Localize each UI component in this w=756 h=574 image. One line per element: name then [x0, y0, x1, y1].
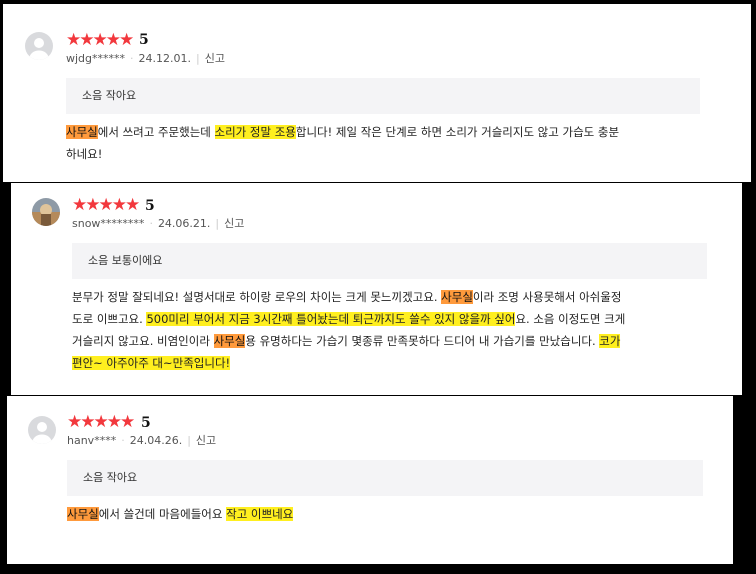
text-segment: 분무가 정말 잘되네요! 설명서대로 하이랑 로우의 차이는 크게 못느끼겠고요…	[72, 290, 442, 304]
review-meta: snow******** · 24.06.21. | 신고	[72, 217, 244, 231]
option-summary: 소음 보통이에요	[72, 243, 707, 279]
divider: ·	[121, 434, 125, 447]
rating-stars: ★★★★★	[67, 412, 135, 432]
review-text-line: 사무실에서 쓰려고 주문했는데 소리가 정말 조용합니다! 제일 작은 단계로 …	[66, 121, 716, 143]
avatar[interactable]	[25, 32, 53, 60]
divider: ·	[130, 52, 134, 65]
text-segment: 하네요!	[66, 147, 103, 161]
review-text-line: 분무가 정말 잘되네요! 설명서대로 하이랑 로우의 차이는 크게 못느끼겠고요…	[72, 286, 722, 308]
review-card: ★★★★★ 5 snow******** · 24.06.21. | 신고 소음 보통이…	[11, 183, 742, 395]
highlight-phrase: 소리가 정말 조용	[214, 125, 296, 139]
highlight-phrase: 500미리 부어서 지금 3시간째 틀어놨는데 퇴근까지도 쓸수 있지 않을까 …	[146, 312, 516, 326]
review-text-line: 사무실에서 쓸건데 마음에들어요 작고 이쁘네요	[67, 503, 717, 525]
review-text: 사무실에서 쓰려고 주문했는데 소리가 정말 조용합니다! 제일 작은 단계로 …	[66, 121, 716, 165]
rating-stars: ★★★★★	[66, 30, 134, 50]
review-date: 24.04.26.	[129, 434, 183, 447]
rating-score: 5	[145, 198, 155, 214]
option-summary: 소음 작아요	[66, 78, 700, 114]
review-text-line: 도로 이쁘고요. 500미리 부어서 지금 3시간째 틀어놨는데 퇴근까지도 쓸…	[72, 308, 722, 330]
report-button[interactable]: 신고	[205, 52, 225, 65]
default-avatar-icon	[25, 32, 53, 60]
highlight-phrase: 작고 이쁘네요	[226, 507, 294, 521]
review-text-line: 편안~ 아주아주 대~만족입니다!	[72, 352, 722, 374]
highlight-phrase: 편안~ 아주아주 대~만족입니다!	[72, 356, 231, 370]
review-date: 24.06.21.	[157, 217, 211, 230]
text-segment: 이라 조명 사용못해서 아쉬울정	[472, 290, 622, 304]
review-card: ★★★★★ 5 hanv**** · 24.04.26. | 신고 소음 작아요 사무실…	[7, 396, 733, 564]
rating-score: 5	[141, 415, 151, 431]
review-text-line: 거슬리지 않고요. 비염인이라 사무실용 유명하다는 가습기 몇종류 만족못하다…	[72, 330, 722, 352]
review-meta: hanv**** · 24.04.26. | 신고	[67, 434, 216, 448]
text-segment: 요. 소음 이정도면 크게	[515, 312, 626, 326]
review-date: 24.12.01.	[138, 52, 192, 65]
report-button[interactable]: 신고	[224, 217, 244, 230]
review-text: 분무가 정말 잘되네요! 설명서대로 하이랑 로우의 차이는 크게 못느끼겠고요…	[72, 286, 722, 374]
report-button[interactable]: 신고	[196, 434, 216, 447]
review-text-line: 하네요!	[66, 143, 716, 165]
highlight-keyword: 사무실	[66, 125, 98, 139]
text-segment: 도로 이쁘고요.	[72, 312, 147, 326]
text-segment: 거슬리지 않고요. 비염인이라	[72, 334, 214, 348]
review-text: 사무실에서 쓸건데 마음에들어요 작고 이쁘네요	[67, 503, 717, 525]
rating-stars: ★★★★★	[72, 195, 140, 215]
avatar[interactable]	[28, 416, 56, 444]
divider: |	[187, 434, 191, 447]
avatar[interactable]	[32, 198, 60, 226]
divider: ·	[149, 217, 153, 230]
profile-photo-icon	[32, 198, 60, 226]
rating-score: 5	[139, 32, 149, 48]
highlight-keyword: 사무실	[67, 507, 99, 521]
highlight-keyword: 사무실	[213, 334, 246, 348]
user-id: hanv****	[67, 434, 117, 447]
text-segment: 합니다! 제일 작은 단계로 하면 소리가 거슬리지도 않고 가습도 충분	[295, 125, 620, 139]
divider: |	[215, 217, 220, 230]
option-summary: 소음 작아요	[67, 460, 703, 496]
highlight-keyword: 사무실	[441, 290, 473, 304]
text-segment: 용 유명하다는 가습기 몇종류 만족못하다 드디어 내 가습기를 만났습니다.	[245, 334, 600, 348]
highlight-phrase: 코가	[599, 334, 621, 348]
review-meta: wjdg****** · 24.12.01. | 신고	[66, 52, 225, 66]
user-id: wjdg******	[66, 52, 126, 65]
default-avatar-icon	[28, 416, 56, 444]
user-id: snow********	[72, 217, 145, 230]
text-segment: 에서 쓰려고 주문했는데	[97, 125, 215, 139]
review-card: ★★★★★ 5 wjdg****** · 24.12.01. | 신고 소음 작아요 사…	[3, 4, 751, 182]
text-segment: 에서 쓸건데 마음에들어요	[98, 507, 227, 521]
divider: |	[196, 52, 200, 65]
